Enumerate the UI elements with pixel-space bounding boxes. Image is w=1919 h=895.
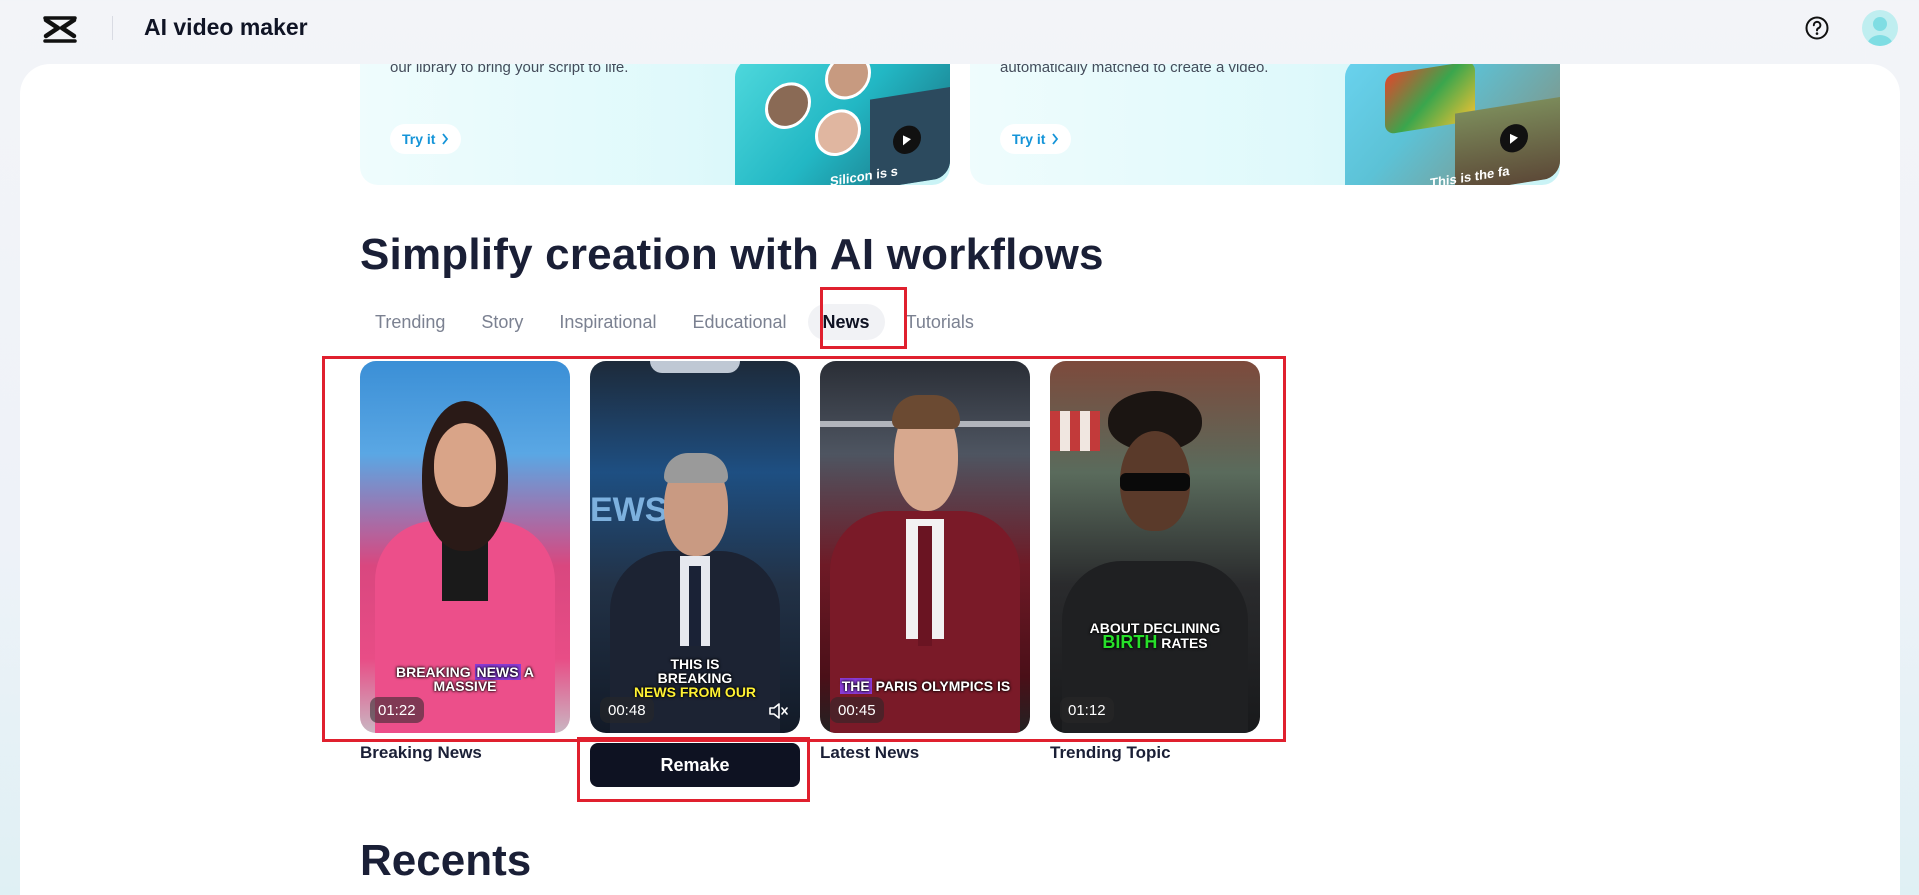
- chevron-right-icon: [442, 133, 449, 145]
- studio-light: [650, 361, 740, 373]
- video-duration: 01:22: [370, 697, 424, 723]
- avatar-thumb: [825, 64, 871, 103]
- caption-text: PARIS OLYMPICS IS: [871, 678, 1011, 694]
- caption-text: A: [520, 664, 535, 680]
- tab-story[interactable]: Story: [466, 304, 538, 340]
- presenter-figure: [892, 395, 960, 429]
- caption-highlight: BIRTH: [1102, 632, 1158, 652]
- feature-card-description: our library to bring your script to life…: [390, 64, 629, 76]
- tab-educational[interactable]: Educational: [677, 304, 801, 340]
- feature-card-description: automatically matched to create a video.: [1000, 64, 1269, 76]
- studio-sign: EWS: [590, 491, 668, 529]
- tab-news[interactable]: News: [807, 304, 885, 340]
- recents-title: Recents: [360, 836, 532, 885]
- section-title: Simplify creation with AI workflows: [360, 230, 1104, 279]
- video-caption: ABOUT DECLINING BIRTH RATES: [1050, 621, 1260, 652]
- feature-card-art: This is the fa: [1345, 64, 1560, 185]
- video-tile-latest-news[interactable]: THE PARIS OLYMPICS IS 00:45: [820, 361, 1030, 733]
- try-it-button[interactable]: Try it: [1000, 124, 1072, 154]
- caption-text: RATES: [1157, 635, 1208, 651]
- caption-text: MASSIVE: [433, 678, 497, 694]
- category-tabs: Trending Story Inspirational Educational…: [360, 304, 989, 340]
- background-awning: [1050, 411, 1100, 451]
- try-it-label: Try it: [402, 131, 436, 147]
- video-tile-breaking-news[interactable]: BREAKING NEWS A MASSIVE 01:22: [360, 361, 570, 733]
- avatar-thumb: [815, 106, 861, 160]
- video-caption: THIS IS BREAKING NEWS FROM OUR: [590, 657, 800, 699]
- try-it-button[interactable]: Try it: [390, 124, 462, 154]
- sunglasses-shape: [1120, 473, 1190, 491]
- feature-card-avatar[interactable]: our library to bring your script to life…: [360, 64, 950, 185]
- app-title: AI video maker: [144, 14, 308, 40]
- video-caption: BREAKING NEWS A MASSIVE: [360, 664, 570, 694]
- video-duration: 01:12: [1060, 697, 1114, 723]
- tab-inspirational[interactable]: Inspirational: [544, 304, 671, 340]
- presenter-figure: [689, 566, 701, 646]
- video-tile-news-hover[interactable]: EWS THIS IS BREAKING NEWS FROM OUR 00:48: [590, 361, 800, 733]
- video-title-trending-topic[interactable]: Trending Topic: [1050, 743, 1171, 763]
- video-title-breaking-news[interactable]: Breaking News: [360, 743, 482, 763]
- presenter-figure: [434, 423, 496, 507]
- feature-card-art: Silicon is s: [735, 64, 950, 185]
- avatar[interactable]: [1862, 10, 1898, 46]
- chevron-right-icon: [1052, 133, 1059, 145]
- video-title-latest-news[interactable]: Latest News: [820, 743, 919, 763]
- top-bar: AI video maker: [0, 0, 1919, 64]
- video-caption: THE PARIS OLYMPICS IS: [820, 678, 1030, 694]
- video-duration: 00:48: [600, 697, 654, 723]
- video-tile-trending-topic[interactable]: ABOUT DECLINING BIRTH RATES 01:12: [1050, 361, 1260, 733]
- remake-button[interactable]: Remake: [590, 743, 800, 787]
- try-it-label: Try it: [1012, 131, 1046, 147]
- video-duration: 00:45: [830, 697, 884, 723]
- tab-trending[interactable]: Trending: [360, 304, 460, 340]
- presenter-figure: [918, 526, 932, 646]
- help-icon[interactable]: [1804, 15, 1830, 41]
- caption-highlight: THE: [839, 678, 872, 694]
- avatar-thumb: [765, 78, 811, 133]
- mute-icon[interactable]: [768, 702, 788, 720]
- presenter-figure: [664, 453, 728, 483]
- header-divider: [112, 16, 113, 40]
- tab-tutorials[interactable]: Tutorials: [891, 304, 989, 340]
- feature-card-media[interactable]: automatically matched to create a video.…: [970, 64, 1560, 185]
- capcut-logo-icon[interactable]: [42, 14, 78, 46]
- caption-highlight: NEWS FROM OUR: [633, 684, 757, 700]
